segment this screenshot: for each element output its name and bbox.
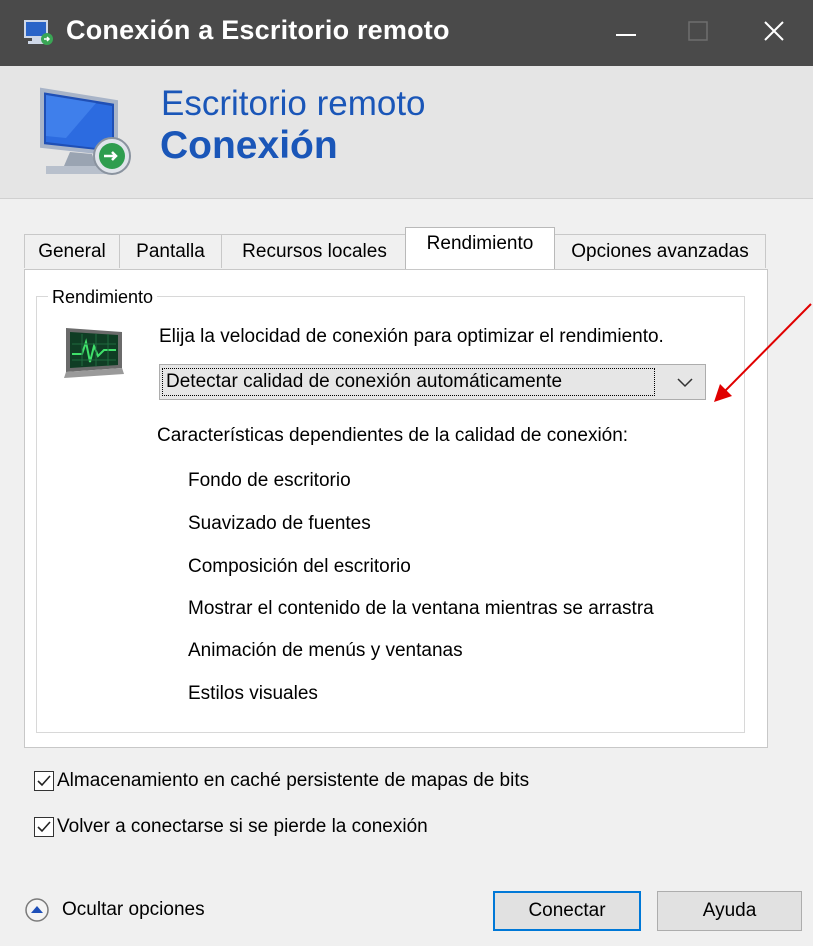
connection-speed-prompt: Elija la velocidad de conexión para opti… [159, 326, 664, 347]
close-button[interactable] [744, 0, 804, 66]
banner-title: Conexión [160, 124, 338, 167]
hide-options-toggle[interactable]: Ocultar opciones [24, 897, 205, 923]
feature-item: Animación de menús y ventanas [188, 640, 463, 661]
tab-rendimiento[interactable]: Rendimiento [405, 227, 555, 269]
chevron-down-icon [677, 375, 693, 388]
connection-speed-select[interactable]: Detectar calidad de conexión automáticam… [159, 364, 706, 400]
chevron-up-circle-icon [24, 897, 50, 923]
feature-item: Mostrar el contenido de la ventana mient… [188, 598, 654, 619]
connect-button[interactable]: Conectar [493, 891, 641, 931]
maximize-icon [688, 20, 708, 46]
remote-desktop-app-icon [24, 20, 54, 46]
header-banner: Escritorio remoto Conexión [0, 66, 813, 199]
feature-item: Suavizado de fuentes [188, 513, 371, 534]
reconnect-label: Volver a conectarse si se pierde la cone… [57, 816, 428, 837]
tab-pantalla[interactable]: Pantalla [119, 234, 222, 268]
option-bitmap-cache[interactable]: Almacenamiento en caché persistente de m… [34, 770, 529, 792]
tab-recursos-locales[interactable]: Recursos locales [221, 234, 408, 268]
minimize-button[interactable] [596, 0, 656, 66]
remote-desktop-window: Conexión a Escritorio remoto Escritorio … [0, 0, 813, 946]
close-icon [763, 20, 785, 47]
feature-item: Fondo de escritorio [188, 470, 351, 491]
features-title: Características dependientes de la calid… [157, 425, 629, 446]
help-button[interactable]: Ayuda [657, 891, 802, 931]
option-reconnect[interactable]: Volver a conectarse si se pierde la cone… [34, 816, 428, 838]
tab-general[interactable]: General [24, 234, 120, 268]
performance-group-label: Rendimiento [48, 287, 158, 308]
annotation-arrow-icon [700, 300, 813, 410]
feature-item: Estilos visuales [188, 683, 318, 704]
performance-monitor-icon [62, 324, 128, 382]
tab-opciones-avanzadas[interactable]: Opciones avanzadas [554, 234, 766, 268]
bitmap-cache-label: Almacenamiento en caché persistente de m… [57, 770, 530, 791]
window-title: Conexión a Escritorio remoto [66, 15, 450, 45]
remote-desktop-monitor-icon [36, 80, 136, 180]
feature-item: Composición del escritorio [188, 556, 411, 577]
hide-options-label: Ocultar opciones [62, 899, 205, 920]
performance-group [36, 296, 745, 733]
title-bar[interactable]: Conexión a Escritorio remoto [0, 0, 813, 66]
minimize-icon [616, 24, 636, 42]
bitmap-cache-checkbox[interactable] [34, 771, 54, 791]
connection-speed-selected-value: Detectar calidad de conexión automáticam… [162, 368, 655, 396]
reconnect-checkbox[interactable] [34, 817, 54, 837]
banner-subtitle: Escritorio remoto [161, 84, 426, 123]
maximize-button[interactable] [668, 0, 728, 66]
